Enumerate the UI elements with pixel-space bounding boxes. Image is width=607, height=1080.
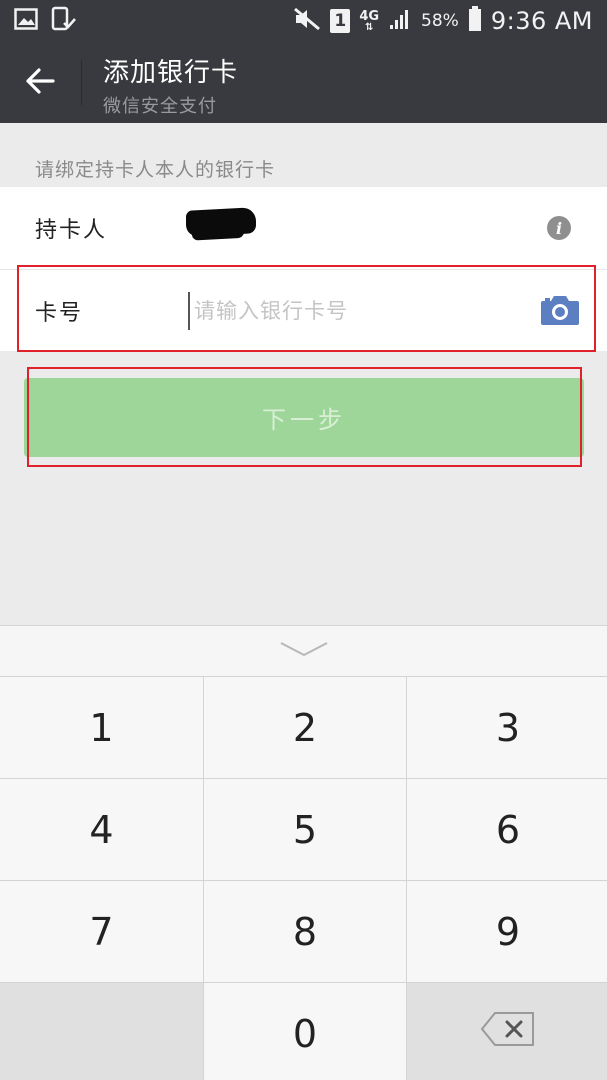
card-number-label: 卡号: [35, 300, 84, 326]
card-number-row: 卡号: [0, 269, 607, 351]
key-2[interactable]: 2: [204, 677, 406, 778]
status-bar-right: 1 4G ⇅ 58% 9:36 AM: [293, 6, 593, 36]
key-blank: [0, 983, 203, 1080]
network-type: 4G ⇅: [359, 8, 380, 33]
chevron-down-icon: [279, 640, 329, 662]
page-subtitle: 微信安全支付: [103, 96, 217, 117]
backspace-key[interactable]: [407, 983, 607, 1080]
card-number-input[interactable]: [188, 292, 518, 330]
page-title: 添加银行卡: [103, 58, 239, 88]
phone-check-icon: [50, 6, 76, 36]
key-0[interactable]: 0: [204, 983, 406, 1080]
camera-icon[interactable]: [540, 294, 580, 326]
key-1[interactable]: 1: [0, 677, 203, 778]
card-holder-label: 持卡人: [35, 218, 108, 243]
info-icon[interactable]: i: [547, 216, 571, 240]
mute-icon: [293, 7, 321, 35]
backspace-icon: [479, 1010, 537, 1057]
clock: 9:36 AM: [490, 7, 593, 35]
battery-icon: [468, 6, 482, 36]
numeric-keypad: 1 2 3 4 5 6 7 8 9 0: [0, 676, 607, 1080]
key-6[interactable]: 6: [407, 779, 607, 880]
back-button[interactable]: [0, 42, 80, 123]
status-bar-left: [14, 6, 76, 36]
card-holder-name-redacted: [186, 207, 256, 237]
key-5[interactable]: 5: [204, 779, 406, 880]
key-9[interactable]: 9: [407, 881, 607, 982]
sim-slot-badge: 1: [330, 9, 351, 33]
section-hint: 请绑定持卡人本人的银行卡: [35, 159, 276, 181]
gallery-icon: [14, 8, 38, 34]
signal-icon: [388, 7, 412, 35]
card-holder-row: 持卡人: [0, 187, 607, 269]
keyboard-hide-button[interactable]: [0, 625, 607, 676]
status-bar: 1 4G ⇅ 58% 9:36 AM: [0, 0, 607, 42]
next-step-button[interactable]: 下一步: [24, 378, 584, 457]
title-divider: [81, 60, 82, 105]
key-4[interactable]: 4: [0, 779, 203, 880]
title-bar: 添加银行卡 微信安全支付: [0, 42, 607, 123]
key-8[interactable]: 8: [204, 881, 406, 982]
battery-percent: 58%: [421, 11, 459, 31]
back-arrow-icon: [25, 67, 55, 99]
key-7[interactable]: 7: [0, 881, 203, 982]
key-3[interactable]: 3: [407, 677, 607, 778]
